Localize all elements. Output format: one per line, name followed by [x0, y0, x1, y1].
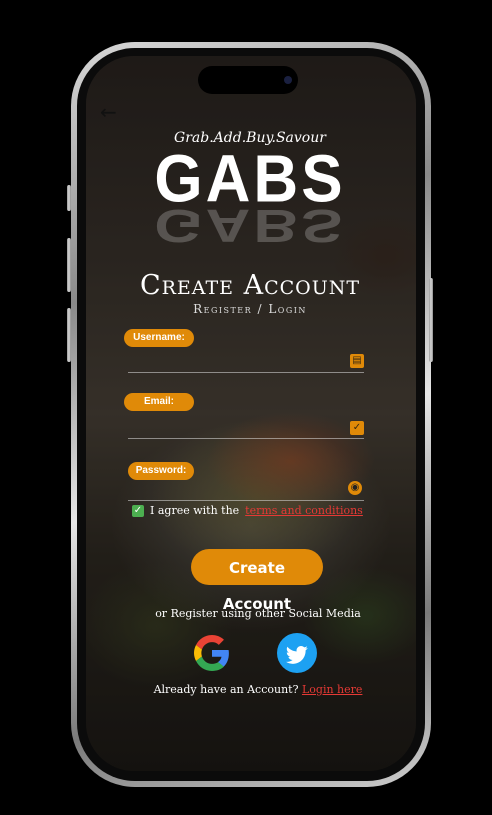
power-button: [429, 278, 433, 362]
login-prompt: Already have an Account?: [153, 683, 299, 696]
check-square-icon: ✓: [350, 421, 364, 435]
page-title: Create Account: [139, 270, 361, 301]
volume-up-button: [67, 238, 71, 292]
twitter-bird-icon: [285, 645, 308, 664]
email-input[interactable]: [128, 416, 346, 436]
terms-text: I agree with the: [150, 504, 240, 517]
contact-card-icon: ▤: [350, 354, 364, 368]
login-link[interactable]: Login here: [302, 683, 362, 696]
page-subtitle: Register / Login: [193, 302, 307, 316]
camera-icon: [284, 76, 292, 84]
back-arrow-icon[interactable]: ←: [100, 100, 117, 124]
eye-icon[interactable]: ◉: [348, 481, 362, 495]
create-account-button[interactable]: Create Account: [191, 549, 323, 613]
email-underline: [128, 438, 364, 439]
dynamic-island: [198, 66, 298, 94]
app-logo: GABS: [154, 142, 346, 217]
password-input[interactable]: [128, 480, 346, 500]
username-underline: [128, 372, 364, 373]
email-label: Email:: [124, 393, 194, 411]
login-row: Already have an Account? Login here: [120, 683, 396, 696]
action-button: [67, 185, 71, 211]
username-input[interactable]: [128, 350, 346, 370]
password-underline: [128, 500, 364, 501]
password-label: Password:: [128, 462, 194, 480]
terms-checkbox[interactable]: ✓: [132, 504, 144, 517]
volume-down-button: [67, 308, 71, 362]
twitter-icon[interactable]: [277, 633, 317, 673]
username-label: Username:: [124, 329, 194, 347]
terms-row: ✓ I agree with the terms and conditions: [132, 504, 363, 517]
google-icon[interactable]: [194, 635, 230, 671]
social-label: or Register using other Social Media: [155, 607, 361, 620]
terms-link[interactable]: terms and conditions: [245, 504, 363, 517]
